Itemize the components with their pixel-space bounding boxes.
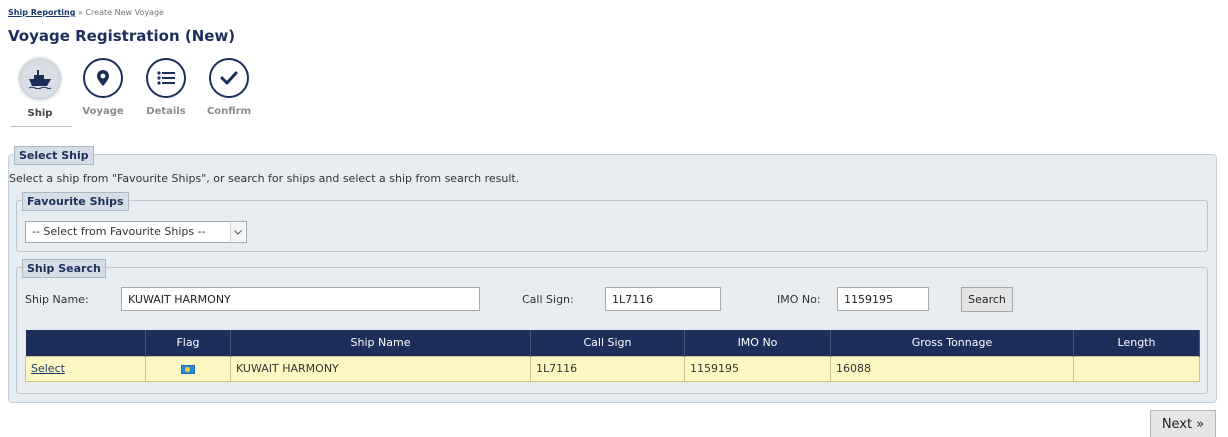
select-ship-instruction: Select a ship from "Favourite Ships", or… <box>9 172 520 185</box>
search-results-table: Flag Ship Name Call Sign IMO No Gross To… <box>25 330 1200 382</box>
flag-icon <box>181 364 195 374</box>
step-label-confirm: Confirm <box>206 106 252 117</box>
cell-flag <box>145 355 231 382</box>
step-details[interactable]: Details <box>136 58 196 117</box>
favourite-ships-select-value: -- Select from Favourite Ships -- <box>32 225 206 238</box>
ship-search-legend: Ship Search <box>22 259 106 278</box>
chevron-down-icon <box>230 223 245 241</box>
cell-action: Select <box>25 355 146 382</box>
cell-imo-no: 1159195 <box>684 355 831 382</box>
imo-label: IMO No: <box>777 293 821 306</box>
ship-name-input[interactable] <box>121 287 480 311</box>
step-label-details: Details <box>146 106 186 117</box>
cell-length <box>1073 355 1200 382</box>
breadcrumb-separator: » <box>78 8 83 17</box>
favourite-ships-legend: Favourite Ships <box>22 192 129 211</box>
table-header-row: Flag Ship Name Call Sign IMO No Gross To… <box>25 330 1200 356</box>
next-button[interactable]: Next » <box>1150 410 1216 437</box>
location-pin-icon <box>83 58 123 98</box>
cell-ship-name: KUWAIT HARMONY <box>230 355 531 382</box>
step-ship[interactable]: Ship <box>10 58 72 127</box>
wizard-steps: Ship Voyage Details Confirm <box>10 58 310 128</box>
step-confirm[interactable]: Confirm <box>199 58 259 117</box>
column-header-flag: Flag <box>145 330 231 356</box>
active-step-underline <box>10 126 72 127</box>
list-icon <box>146 58 186 98</box>
breadcrumb-current: Create New Voyage <box>85 8 164 17</box>
column-header-action <box>25 330 146 356</box>
cell-call-sign: 1L7116 <box>530 355 685 382</box>
column-header-length: Length <box>1073 330 1200 356</box>
search-button[interactable]: Search <box>961 287 1013 312</box>
column-header-imo-no: IMO No <box>684 330 831 356</box>
table-row: Select KUWAIT HARMONY 1L7116 1159195 160… <box>25 355 1200 382</box>
favourite-ships-select[interactable]: -- Select from Favourite Ships -- <box>25 221 247 243</box>
ship-name-label: Ship Name: <box>25 293 89 306</box>
ship-icon <box>19 58 61 100</box>
step-label-voyage: Voyage <box>82 106 124 117</box>
breadcrumb: Ship Reporting » Create New Voyage <box>8 8 164 17</box>
column-header-ship-name: Ship Name <box>230 330 531 356</box>
select-ship-legend: Select Ship <box>14 146 94 165</box>
step-label-ship: Ship <box>27 108 53 119</box>
cell-gross-tonnage: 16088 <box>830 355 1074 382</box>
call-sign-input[interactable] <box>605 287 721 311</box>
step-voyage[interactable]: Voyage <box>73 58 133 117</box>
checkmark-icon <box>209 58 249 98</box>
call-sign-label: Call Sign: <box>522 293 574 306</box>
column-header-call-sign: Call Sign <box>530 330 685 356</box>
breadcrumb-link-ship-reporting[interactable]: Ship Reporting <box>8 8 75 17</box>
column-header-gross-tonnage: Gross Tonnage <box>830 330 1074 356</box>
imo-input[interactable] <box>837 287 929 311</box>
select-ship-link[interactable]: Select <box>31 362 65 375</box>
page-title: Voyage Registration (New) <box>8 27 236 45</box>
